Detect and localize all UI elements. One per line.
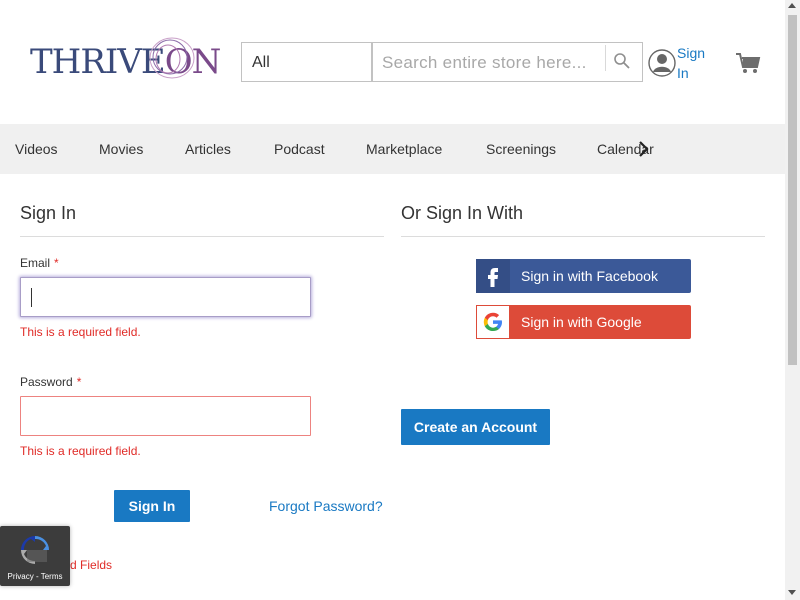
- nav-item-articles[interactable]: Articles: [185, 141, 231, 157]
- recaptcha-links[interactable]: Privacy - Terms: [0, 572, 70, 581]
- password-required-marker: *: [76, 375, 82, 389]
- recaptcha-icon: [21, 536, 49, 564]
- site-logo[interactable]: THRIVEON: [30, 34, 221, 84]
- category-select-value: All: [252, 54, 270, 71]
- main-navigation: Videos Movies Articles Podcast Marketpla…: [0, 124, 785, 174]
- category-select[interactable]: All: [241, 42, 372, 82]
- password-label-text: Password: [20, 375, 73, 389]
- page-scrollbar[interactable]: [785, 0, 800, 600]
- password-label: Password *: [20, 375, 81, 389]
- nav-item-videos[interactable]: Videos: [15, 141, 58, 157]
- header-signin-link[interactable]: Sign In: [677, 43, 717, 83]
- password-error: This is a required field.: [20, 444, 141, 458]
- facebook-signin-label: Sign in with Facebook: [521, 268, 658, 284]
- scroll-down-arrow-icon[interactable]: [788, 590, 796, 595]
- signin-title: Sign In: [20, 203, 77, 223]
- social-signin-title: Or Sign In With: [401, 203, 524, 223]
- signin-submit-button[interactable]: Sign In: [114, 490, 190, 522]
- nav-item-podcast[interactable]: Podcast: [274, 141, 325, 157]
- social-title-divider: [401, 236, 765, 237]
- chevron-right-icon[interactable]: [636, 138, 652, 160]
- google-signin-label: Sign in with Google: [521, 314, 642, 330]
- signin-title-divider: [20, 236, 384, 237]
- google-icon: [483, 312, 502, 331]
- nav-item-marketplace[interactable]: Marketplace: [366, 141, 442, 157]
- email-error: This is a required field.: [20, 325, 141, 339]
- email-label: Email *: [20, 256, 59, 270]
- forgot-password-link[interactable]: Forgot Password?: [269, 498, 383, 514]
- scrollbar-thumb[interactable]: [788, 15, 797, 365]
- account-icon[interactable]: [647, 48, 677, 78]
- logo-swirl-icon: [149, 37, 195, 79]
- scroll-up-arrow-icon[interactable]: [788, 3, 796, 8]
- google-icon-box: [476, 305, 510, 339]
- search-input[interactable]: Search entire store here...: [372, 42, 643, 82]
- search-placeholder: Search entire store here...: [382, 53, 587, 72]
- email-field[interactable]: [20, 277, 311, 317]
- site-header: THRIVEON All Search entire store here...…: [0, 0, 785, 124]
- facebook-signin-button[interactable]: Sign in with Facebook: [476, 259, 691, 293]
- facebook-icon-box: [476, 259, 510, 293]
- recaptcha-badge[interactable]: Privacy - Terms: [0, 526, 70, 586]
- facebook-icon: [488, 268, 498, 287]
- password-field[interactable]: [20, 396, 311, 436]
- email-label-text: Email: [20, 256, 51, 270]
- email-required-marker: *: [54, 256, 59, 270]
- google-signin-button[interactable]: Sign in with Google: [476, 305, 691, 339]
- cart-icon[interactable]: [735, 50, 761, 76]
- search-icon[interactable]: [613, 52, 631, 70]
- text-caret: [31, 288, 32, 307]
- search-divider: [605, 45, 606, 71]
- create-account-button[interactable]: Create an Account: [401, 409, 550, 445]
- nav-item-screenings[interactable]: Screenings: [486, 141, 556, 157]
- nav-item-movies[interactable]: Movies: [99, 141, 143, 157]
